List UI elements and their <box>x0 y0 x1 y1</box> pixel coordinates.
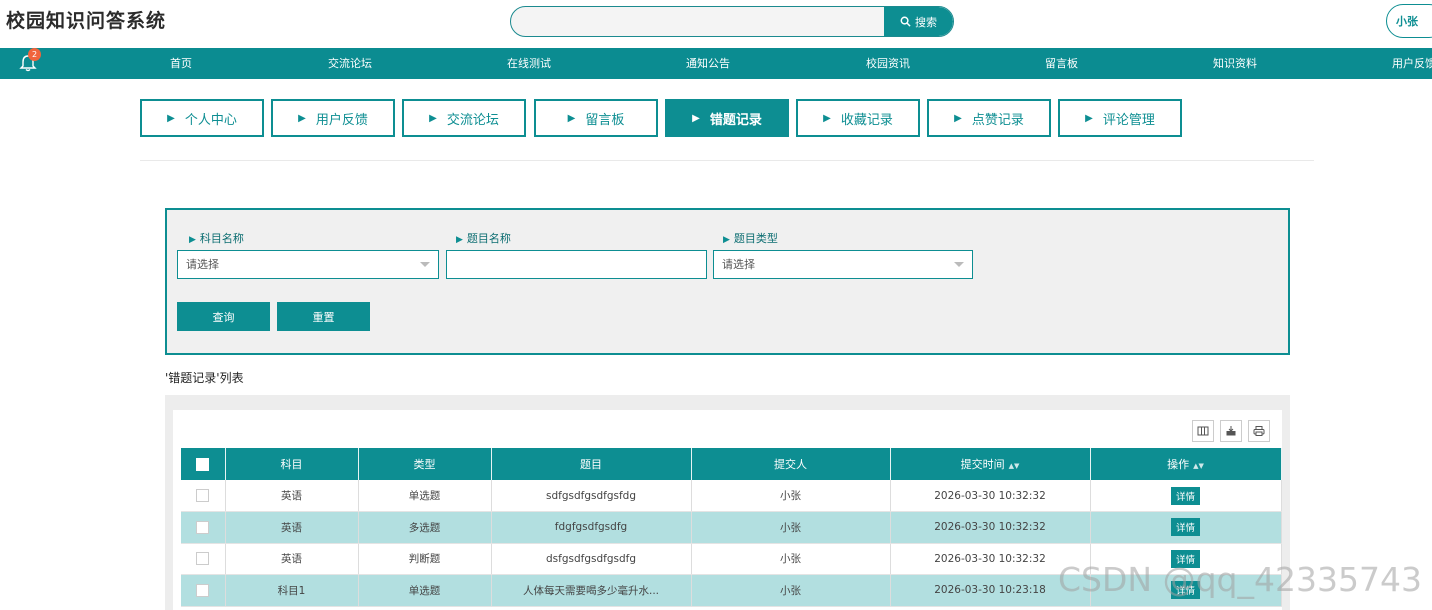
query-button[interactable]: 查询 <box>177 302 270 331</box>
subject-select[interactable]: 请选择 <box>177 250 439 279</box>
main-nav: 2 首页 交流论坛 在线测试 通知公告 校园资讯 留言板 知识资料 用户反馈 <box>0 48 1432 79</box>
cell-actions: 详情 <box>1090 480 1282 512</box>
nav-item-campus-news[interactable]: 校园资讯 <box>866 48 910 79</box>
nav-item-online-test[interactable]: 在线测试 <box>507 48 551 79</box>
type-filter-label: ▶ 题目类型 <box>723 232 778 245</box>
cell-question: 人体每天需要喝多少毫升水... <box>491 574 692 607</box>
tab-forum[interactable]: ▶ 交流论坛 <box>402 99 526 137</box>
column-header-subject[interactable]: 科目 <box>225 448 359 480</box>
table-row: 英语 多选题 fdgfgsdfgsdfg 小张 2026-03-30 10:32… <box>181 511 1282 544</box>
tab-likes[interactable]: ▶ 点赞记录 <box>927 99 1051 137</box>
nav-item-knowledge[interactable]: 知识资料 <box>1213 48 1257 79</box>
cell-submitter: 小张 <box>691 543 891 575</box>
tab-label: 评论管理 <box>1102 112 1155 128</box>
triangle-icon: ▶ <box>692 112 700 124</box>
triangle-icon: ▶ <box>1085 112 1093 124</box>
reset-button[interactable]: 重置 <box>277 302 370 331</box>
tab-label: 错题记录 <box>709 112 762 128</box>
notification-badge: 2 <box>28 48 41 61</box>
cell-question: sdfgsdfgsdfgsfdg <box>491 480 692 512</box>
cell-subject: 英语 <box>225 480 359 512</box>
column-header-type[interactable]: 类型 <box>358 448 492 480</box>
print-icon[interactable] <box>1248 420 1270 442</box>
nav-item-message-board[interactable]: 留言板 <box>1045 48 1078 79</box>
cell-type: 判断题 <box>358 543 492 575</box>
tabs-divider <box>140 160 1314 161</box>
row-checkbox[interactable] <box>181 543 226 575</box>
cell-time: 2026-03-30 10:32:32 <box>890 480 1091 512</box>
cell-subject: 英语 <box>225 511 359 544</box>
table-toolbar <box>1192 420 1270 442</box>
triangle-icon: ▶ <box>429 112 437 124</box>
select-all-checkbox[interactable] <box>181 448 226 480</box>
tab-wrong-questions[interactable]: ▶ 错题记录 <box>665 99 789 137</box>
table-row: 英语 单选题 sdfgsdfgsdfgsfdg 小张 2026-03-30 10… <box>181 480 1282 512</box>
nav-item-notices[interactable]: 通知公告 <box>686 48 730 79</box>
nav-item-forum[interactable]: 交流论坛 <box>328 48 372 79</box>
column-header-question[interactable]: 题目 <box>491 448 692 480</box>
cell-subject: 英语 <box>225 543 359 575</box>
cell-submitter: 小张 <box>691 574 891 607</box>
detail-button[interactable]: 详情 <box>1170 518 1200 537</box>
export-icon[interactable] <box>1220 420 1242 442</box>
chevron-down-icon <box>420 262 430 267</box>
nav-item-home[interactable]: 首页 <box>170 48 192 79</box>
tab-label: 点赞记录 <box>971 112 1024 128</box>
sort-icon[interactable]: ▲▼ <box>1193 462 1204 470</box>
table-header-row: 科目 类型 题目 提交人 提交时间 ▲▼ 操作 ▲▼ <box>181 448 1282 480</box>
tab-label: 个人中心 <box>184 112 237 128</box>
triangle-icon: ▶ <box>298 112 306 124</box>
type-select[interactable]: 请选择 <box>713 250 973 279</box>
cell-submitter: 小张 <box>691 511 891 544</box>
cell-type: 单选题 <box>358 480 492 512</box>
search-button-label: 搜索 <box>915 15 937 29</box>
tab-user-feedback[interactable]: ▶ 用户反馈 <box>271 99 395 137</box>
column-header-actions[interactable]: 操作 ▲▼ <box>1090 448 1282 480</box>
tab-message-board[interactable]: ▶ 留言板 <box>534 99 658 137</box>
cell-actions: 详情 <box>1090 511 1282 544</box>
detail-button[interactable]: 详情 <box>1170 486 1200 505</box>
columns-icon[interactable] <box>1192 420 1214 442</box>
search-icon <box>900 16 911 27</box>
row-checkbox[interactable] <box>181 574 226 607</box>
tab-comments[interactable]: ▶ 评论管理 <box>1058 99 1182 137</box>
triangle-icon: ▶ <box>823 112 831 124</box>
cell-question: fdgfgsdfgsdfg <box>491 511 692 544</box>
cell-question: dsfgsdfgsdfgsdfg <box>491 543 692 575</box>
list-title: '错题记录'列表 <box>165 371 244 385</box>
chevron-down-icon <box>954 262 964 267</box>
filter-panel: ▶ 科目名称 请选择 ▶ 题目名称 ▶ 题目类型 请选择 查询 重置 <box>165 208 1290 355</box>
tab-label: 留言板 <box>585 112 625 128</box>
sort-icon[interactable]: ▲▼ <box>1009 462 1020 470</box>
tab-label: 交流论坛 <box>446 112 499 128</box>
watermark: CSDN @qq_42335743 <box>1058 560 1422 599</box>
user-menu-button[interactable]: 小张 <box>1386 4 1432 38</box>
tab-favorites[interactable]: ▶ 收藏记录 <box>796 99 920 137</box>
column-header-time[interactable]: 提交时间 ▲▼ <box>890 448 1091 480</box>
tab-label: 收藏记录 <box>840 112 893 128</box>
tab-label: 用户反馈 <box>315 112 368 128</box>
search-bar: 搜索 <box>510 6 954 37</box>
cell-type: 单选题 <box>358 574 492 607</box>
cell-type: 多选题 <box>358 511 492 544</box>
row-checkbox[interactable] <box>181 480 226 512</box>
nav-item-feedback[interactable]: 用户反馈 <box>1392 48 1432 79</box>
question-input[interactable] <box>446 250 707 279</box>
subject-filter-label: ▶ 科目名称 <box>189 232 244 245</box>
cell-submitter: 小张 <box>691 480 891 512</box>
row-checkbox[interactable] <box>181 511 226 544</box>
triangle-icon: ▶ <box>954 112 962 124</box>
triangle-icon: ▶ <box>567 112 576 124</box>
search-input[interactable] <box>511 7 887 36</box>
site-title: 校园知识问答系统 <box>6 10 167 32</box>
cell-time: 2026-03-30 10:32:32 <box>890 511 1091 544</box>
triangle-icon: ▶ <box>167 112 175 124</box>
cell-subject: 科目1 <box>225 574 359 607</box>
question-filter-label: ▶ 题目名称 <box>456 232 511 245</box>
tab-personal-center[interactable]: ▶ 个人中心 <box>140 99 264 137</box>
search-button[interactable]: 搜索 <box>884 7 953 36</box>
column-header-submitter[interactable]: 提交人 <box>691 448 891 480</box>
